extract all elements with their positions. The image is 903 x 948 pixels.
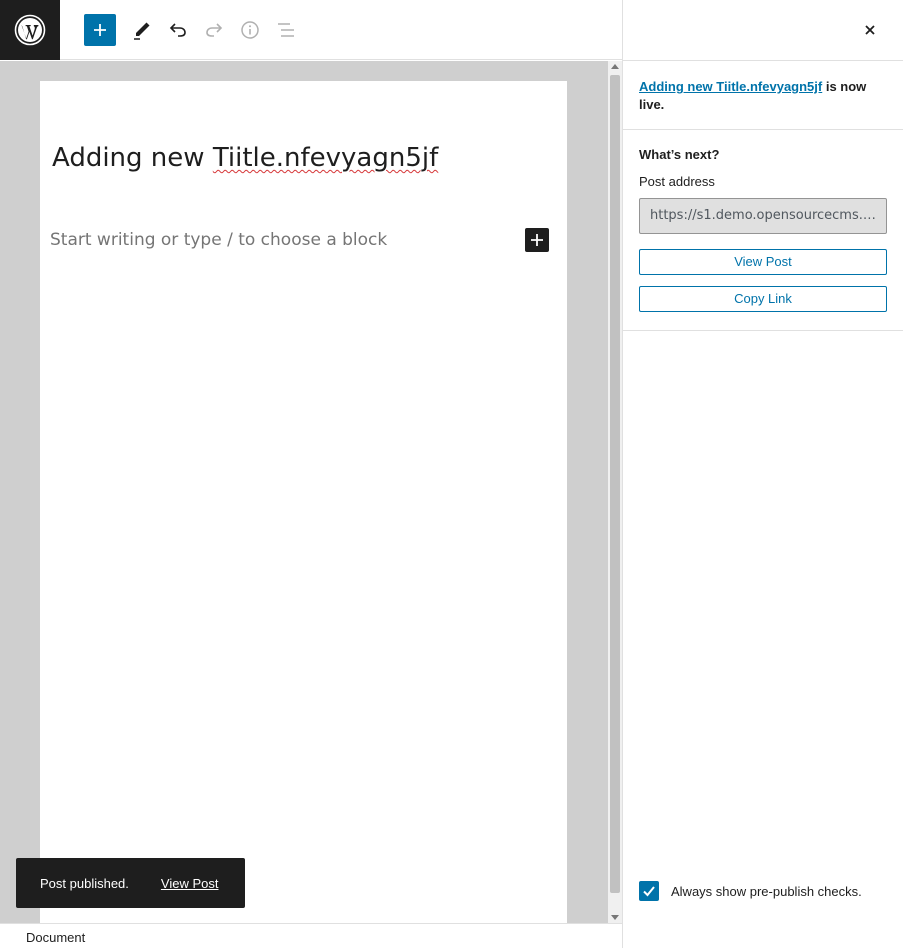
details-button[interactable] <box>234 14 266 46</box>
snackbar-message: Post published. <box>40 875 129 891</box>
undo-button[interactable] <box>162 14 194 46</box>
block-inserter-button[interactable] <box>525 228 549 252</box>
post-address-label: Post address <box>639 174 715 189</box>
editor-scrollbar[interactable] <box>608 61 622 923</box>
redo-icon <box>206 23 223 37</box>
editor-canvas: Adding new Tiitle.nfevyagn5jf Start writ… <box>0 61 608 923</box>
scroll-down-arrow-icon[interactable] <box>611 915 619 920</box>
prepublish-checks-option: Always show pre-publish checks. <box>639 881 862 901</box>
post-title-prefix: Adding new <box>52 143 213 173</box>
info-icon <box>241 21 259 39</box>
prepublish-checkbox[interactable] <box>639 881 659 901</box>
add-block-button[interactable] <box>84 14 116 46</box>
snackbar-view-post-link[interactable]: View Post <box>161 876 219 891</box>
post-title[interactable]: Adding new Tiitle.nfevyagn5jf <box>52 143 438 173</box>
close-panel-button[interactable] <box>855 15 885 45</box>
breadcrumb-document[interactable]: Document <box>26 930 85 945</box>
checkmark-icon <box>643 886 655 897</box>
close-icon <box>865 25 875 35</box>
post-title-misspelled-word: Tiitle.nfevyagn5jf <box>212 143 439 173</box>
tools-button[interactable] <box>126 14 158 46</box>
copy-link-button[interactable]: Copy Link <box>639 286 887 312</box>
editor-toolbar <box>0 0 622 60</box>
editor-page: Adding new Tiitle.nfevyagn5jf Start writ… <box>40 81 567 923</box>
prepublish-checkbox-label[interactable]: Always show pre-publish checks. <box>671 884 862 899</box>
block-breadcrumb: Document <box>0 923 622 948</box>
redo-button[interactable] <box>198 14 230 46</box>
scroll-up-arrow-icon[interactable] <box>611 64 619 69</box>
whats-next-heading: What’s next? <box>639 147 720 162</box>
scroll-thumb[interactable] <box>610 75 620 893</box>
list-view-button[interactable] <box>270 14 302 46</box>
view-post-button[interactable]: View Post <box>639 249 887 275</box>
snackbar-notice: Post published. View Post <box>16 858 245 908</box>
block-placeholder[interactable]: Start writing or type / to choose a bloc… <box>50 230 387 250</box>
whats-next-section: What’s next? Post address https://s1.dem… <box>623 130 903 331</box>
post-live-header: Adding new Tiitle.nfevyagn5jf is now liv… <box>623 60 903 130</box>
undo-icon <box>169 23 186 37</box>
plus-icon <box>531 234 543 246</box>
list-view-icon <box>278 23 294 37</box>
pencil-icon <box>134 22 150 40</box>
post-address-field[interactable]: https://s1.demo.opensourcecms.com/wordpr… <box>639 198 887 234</box>
post-title-link[interactable]: Adding new Tiitle.nfevyagn5jf <box>639 79 822 94</box>
wordpress-logo-button[interactable] <box>0 0 60 60</box>
plus-icon <box>94 24 106 36</box>
post-publish-panel: Adding new Tiitle.nfevyagn5jf is now liv… <box>622 0 903 948</box>
wordpress-icon <box>14 14 46 46</box>
